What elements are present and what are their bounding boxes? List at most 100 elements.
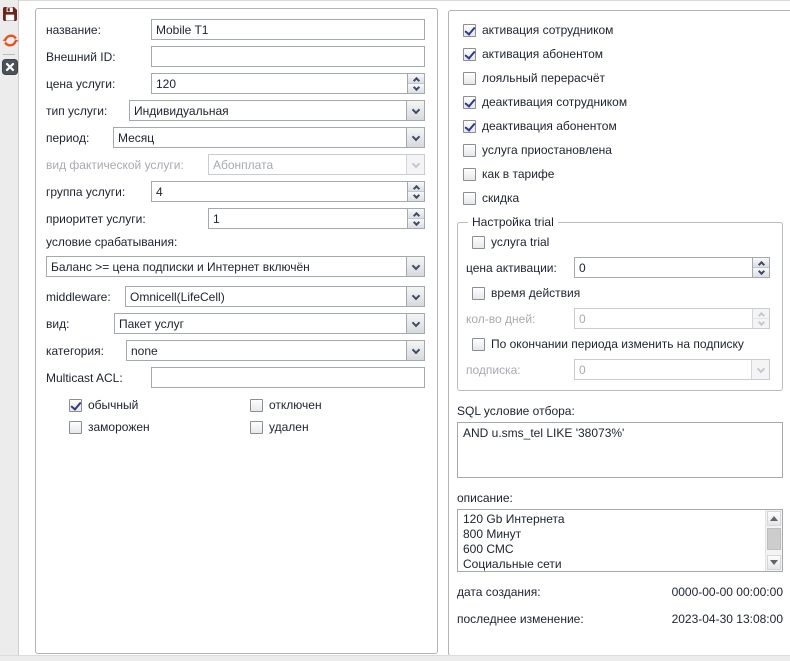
checkbox[interactable] [69, 421, 82, 434]
checkbox[interactable] [463, 96, 476, 109]
chevron-down-icon [756, 364, 764, 372]
spin-down-button[interactable] [408, 191, 424, 201]
scroll-down-button[interactable] [767, 555, 781, 570]
flag-discount[interactable]: скидка [457, 191, 783, 205]
dropdown-button[interactable] [406, 101, 424, 120]
sql-condition-label: SQL условие отбора: [457, 404, 783, 418]
checkbox[interactable] [472, 236, 485, 249]
description-line: 600 СМС [463, 542, 760, 557]
service-flags-panel: активация сотрудником активация абоненто… [448, 10, 790, 656]
days-count-label: кол-во дней: [466, 312, 574, 326]
checkbox[interactable] [463, 120, 476, 133]
checkbox[interactable] [463, 144, 476, 157]
refresh-button[interactable] [2, 32, 18, 48]
chevron-down-icon [412, 83, 419, 90]
dropdown-button[interactable] [406, 341, 424, 360]
middleware-select[interactable]: Omnicell(LifeCell) [125, 286, 425, 307]
service-priority-spinner[interactable]: 1 [208, 208, 425, 229]
external-id-input[interactable] [151, 46, 425, 67]
creation-date-value: 0000-00-00 00:00:00 [672, 585, 783, 599]
sql-condition-textarea[interactable]: AND u.sms_tel LIKE '38073%' [457, 422, 783, 478]
category-select[interactable]: none [126, 340, 425, 361]
checkbox[interactable] [463, 192, 476, 205]
save-icon [2, 6, 18, 22]
flag-as-in-tariff[interactable]: как в тарифе [457, 167, 783, 181]
spin-up-button[interactable] [408, 182, 424, 191]
status-frozen[interactable]: заморожен [63, 420, 244, 434]
field-category: категория: none [46, 340, 425, 361]
checkbox[interactable] [463, 168, 476, 181]
dropdown-button [406, 155, 424, 174]
trial-service-checkbox-row[interactable]: услуга trial [466, 235, 770, 249]
service-group-label: группа услуги: [46, 185, 151, 199]
dropdown-button[interactable] [406, 287, 424, 306]
checkbox[interactable] [472, 287, 485, 300]
spin-up-button[interactable] [408, 209, 424, 218]
status-deleted[interactable]: удален [244, 420, 425, 434]
last-modified-label: последнее изменение: [457, 612, 584, 626]
name-label: название: [46, 23, 151, 37]
chevron-down-icon [757, 267, 764, 274]
multicast-acl-label: Multicast ACL: [46, 371, 151, 385]
price-label: цена услуги: [46, 77, 151, 91]
price-spinner[interactable]: 120 [151, 73, 425, 94]
dropdown-button[interactable] [406, 128, 424, 147]
service-settings-panel: название: Mobile T1 Внешний ID: цена усл… [35, 8, 438, 654]
kind-select[interactable]: Пакет услуг [114, 313, 425, 334]
flag-service-suspended[interactable]: услуга приостановлена [457, 143, 783, 157]
last-modified-row: последнее изменение: 2023-04-30 13:08:00 [457, 612, 783, 626]
chevron-down-icon [411, 318, 419, 326]
status-normal[interactable]: обычный [63, 398, 244, 412]
trial-fieldset-legend: Настройка trial [468, 215, 558, 229]
creation-date-row: дата создания: 0000-00-00 00:00:00 [457, 585, 783, 599]
checkbox[interactable] [250, 399, 263, 412]
spin-down-button[interactable] [753, 267, 769, 277]
dropdown-button[interactable] [406, 314, 424, 333]
save-button[interactable] [2, 6, 18, 22]
field-service-type: тип услуги: Индивидуальная [46, 100, 425, 121]
scrollbar-thumb[interactable] [767, 528, 781, 550]
period-select[interactable]: Месяц [113, 127, 425, 148]
trigger-condition-select[interactable]: Баланс >= цена подписки и Интернет включ… [46, 256, 425, 277]
chevron-down-icon [411, 159, 419, 167]
service-type-select[interactable]: Индивидуальная [129, 100, 425, 121]
scrollbar[interactable] [765, 510, 782, 571]
toolbar-separator [3, 54, 15, 55]
duration-checkbox-row[interactable]: время действия [466, 286, 770, 300]
close-button[interactable] [2, 59, 18, 75]
flags-checkbox-group: активация сотрудником активация абоненто… [457, 23, 783, 205]
description-textarea[interactable]: 120 Gb Интернета 800 Минут 600 СМС Социа… [457, 509, 783, 572]
activation-price-label: цена активации: [466, 261, 574, 275]
scroll-up-button[interactable] [767, 511, 781, 526]
field-period: период: Месяц [46, 127, 425, 148]
flag-loyal-recalculation[interactable]: лояльный перерасчёт [457, 71, 783, 85]
change-to-subscription-checkbox-row[interactable]: По окончании периода изменить на подписк… [466, 337, 770, 351]
chevron-down-icon [412, 218, 419, 225]
dropdown-button [751, 360, 769, 379]
flag-activation-by-staff[interactable]: активация сотрудником [457, 23, 783, 37]
flag-deactivation-by-staff[interactable]: деактивация сотрудником [457, 95, 783, 109]
dropdown-button[interactable] [406, 257, 424, 276]
checkbox[interactable] [250, 421, 263, 434]
spin-up-button[interactable] [408, 74, 424, 83]
checkbox[interactable] [472, 338, 485, 351]
activation-price-spinner[interactable]: 0 [574, 257, 770, 278]
field-name: название: Mobile T1 [46, 19, 425, 40]
spin-up-button[interactable] [753, 258, 769, 267]
multicast-acl-input[interactable] [151, 367, 425, 388]
checkbox[interactable] [69, 399, 82, 412]
description-line: Социальные сети [463, 557, 760, 572]
name-input[interactable]: Mobile T1 [151, 19, 425, 40]
service-group-spinner[interactable]: 4 [151, 181, 425, 202]
spin-down-button[interactable] [408, 83, 424, 93]
flag-deactivation-by-subscriber[interactable]: деактивация абонентом [457, 119, 783, 133]
checkbox[interactable] [463, 48, 476, 61]
spin-down-button [753, 318, 769, 328]
checkbox[interactable] [463, 72, 476, 85]
checkbox[interactable] [463, 24, 476, 37]
spin-down-button[interactable] [408, 218, 424, 228]
flag-activation-by-subscriber[interactable]: активация абонентом [457, 47, 783, 61]
last-modified-value: 2023-04-30 13:08:00 [672, 612, 783, 626]
trial-settings-fieldset: Настройка trial услуга trial цена актива… [457, 215, 783, 391]
status-disabled[interactable]: отключен [244, 398, 425, 412]
